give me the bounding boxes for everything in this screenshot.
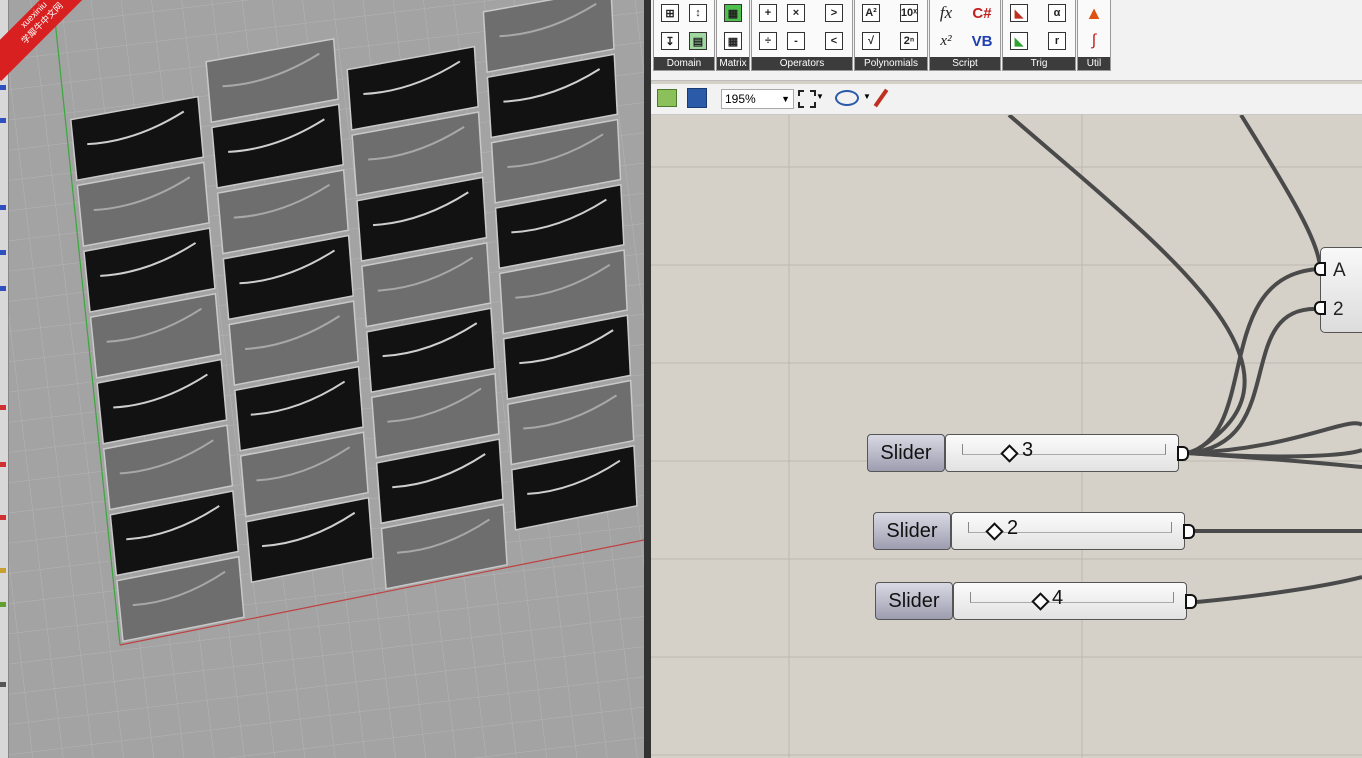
- zoom-level-value: 195%: [725, 92, 756, 106]
- construct-domain-icon[interactable]: ⊞: [658, 2, 682, 24]
- right-trig-icon[interactable]: ◣: [1007, 30, 1031, 52]
- panel-caption-util: Util: [1078, 57, 1110, 70]
- panel-polynomials[interactable]: A² 10ˣ √ 2ⁿ Polynomials: [854, 0, 928, 71]
- domain-bounds-icon[interactable]: ↧: [658, 30, 682, 52]
- chevron-down-icon: ▼: [781, 94, 790, 104]
- output-port[interactable]: [1183, 524, 1195, 539]
- panel-caption-polynomials: Polynomials: [855, 57, 927, 70]
- component-node[interactable]: A 2: [1314, 247, 1362, 333]
- deconstruct-domain-icon[interactable]: ↕: [686, 2, 710, 24]
- smaller-than-icon[interactable]: <: [822, 30, 846, 52]
- grasshopper-canvas[interactable]: Slider 3 Slider 2 Slider 4 A 2: [651, 115, 1362, 758]
- output-port[interactable]: [1177, 446, 1189, 461]
- sketch-pen-icon[interactable]: [873, 88, 889, 108]
- zoom-level-select[interactable]: 195% ▼: [721, 89, 794, 109]
- chevron-down-icon[interactable]: ▼: [816, 92, 824, 101]
- rhino-side-toolbar[interactable]: [0, 0, 9, 758]
- zoom-extents-icon[interactable]: [798, 90, 816, 108]
- preview-eye-icon[interactable]: [835, 90, 859, 106]
- eval-icon[interactable]: x²: [934, 30, 958, 52]
- slider-label[interactable]: Slider: [875, 582, 953, 620]
- remap-icon[interactable]: ▤: [686, 30, 710, 52]
- panel-trig[interactable]: ◣ α ◣ r Trig: [1002, 0, 1076, 71]
- csharp-script-icon[interactable]: C#: [970, 2, 994, 24]
- slider-label[interactable]: Slider: [873, 512, 951, 550]
- slider-body[interactable]: 4: [953, 582, 1187, 620]
- input-port-a[interactable]: [1314, 262, 1326, 276]
- square-icon[interactable]: A²: [859, 2, 883, 24]
- input-label-2: 2: [1333, 299, 1344, 320]
- slider-value: 4: [1052, 587, 1064, 609]
- component-ribbon: ⊞ ↕ ↧ ▤ Domain ▦ ▦ Matrix + × > ÷ - < Op…: [651, 0, 1362, 81]
- division-icon[interactable]: ÷: [756, 30, 780, 52]
- slider-value: 3: [1022, 439, 1034, 461]
- slider-value: 2: [1007, 517, 1019, 539]
- power-of-10-icon[interactable]: 10ˣ: [897, 2, 921, 24]
- panel-caption-domain: Domain: [654, 57, 714, 70]
- panel-util[interactable]: ▲ ∫ Util: [1077, 0, 1111, 71]
- open-file-icon[interactable]: [657, 89, 677, 107]
- slider-track[interactable]: [970, 592, 1174, 603]
- panel-domain[interactable]: ⊞ ↕ ↧ ▤ Domain: [653, 0, 715, 71]
- power-of-2-icon[interactable]: 2ⁿ: [897, 30, 921, 52]
- matrix-icon[interactable]: ▦: [721, 30, 745, 52]
- angle-icon[interactable]: α: [1045, 2, 1069, 24]
- vb-script-icon[interactable]: VB: [970, 30, 994, 52]
- panel-caption-operators: Operators: [752, 57, 852, 70]
- grasshopper-window: ⊞ ↕ ↧ ▤ Domain ▦ ▦ Matrix + × > ÷ - < Op…: [651, 0, 1362, 758]
- triangle-trig-icon[interactable]: ◣: [1007, 2, 1031, 24]
- radius-icon[interactable]: r: [1045, 30, 1069, 52]
- output-port[interactable]: [1185, 594, 1197, 609]
- panel-caption-matrix: Matrix: [717, 57, 749, 70]
- gaussian-curve-icon[interactable]: ▲: [1082, 2, 1106, 24]
- chevron-down-icon[interactable]: ▼: [863, 92, 871, 101]
- matrix-grid-icon[interactable]: ▦: [721, 2, 745, 24]
- slider-body[interactable]: 2: [951, 512, 1185, 550]
- canvas-toolbar: 195% ▼ ▼ ▼: [651, 84, 1362, 115]
- panel-caption-script: Script: [930, 57, 1000, 70]
- graph-curve-icon[interactable]: ∫: [1082, 30, 1106, 52]
- subtraction-icon[interactable]: -: [784, 30, 808, 52]
- addition-icon[interactable]: +: [756, 2, 780, 24]
- expression-icon[interactable]: fx: [934, 2, 958, 24]
- panel-matrix[interactable]: ▦ ▦ Matrix: [716, 0, 750, 71]
- window-splitter[interactable]: [644, 0, 651, 758]
- slider-label[interactable]: Slider: [867, 434, 945, 472]
- input-port-2[interactable]: [1314, 301, 1326, 315]
- rhino-viewport[interactable]: xuexiniu 学犀牛中文网: [0, 0, 644, 758]
- panel-caption-trig: Trig: [1003, 57, 1075, 70]
- save-file-icon[interactable]: [687, 88, 707, 108]
- multiplication-icon[interactable]: ×: [784, 2, 808, 24]
- larger-than-icon[interactable]: >: [822, 2, 846, 24]
- panel-operators[interactable]: + × > ÷ - < Operators: [751, 0, 853, 71]
- square-root-icon[interactable]: √: [859, 30, 883, 52]
- input-label-a: A: [1333, 260, 1346, 281]
- viewport-scene: [0, 0, 644, 758]
- slider-body[interactable]: 3: [945, 434, 1179, 472]
- slider-track[interactable]: [962, 444, 1166, 455]
- panel-script[interactable]: fx C# x² VB Script: [929, 0, 1001, 71]
